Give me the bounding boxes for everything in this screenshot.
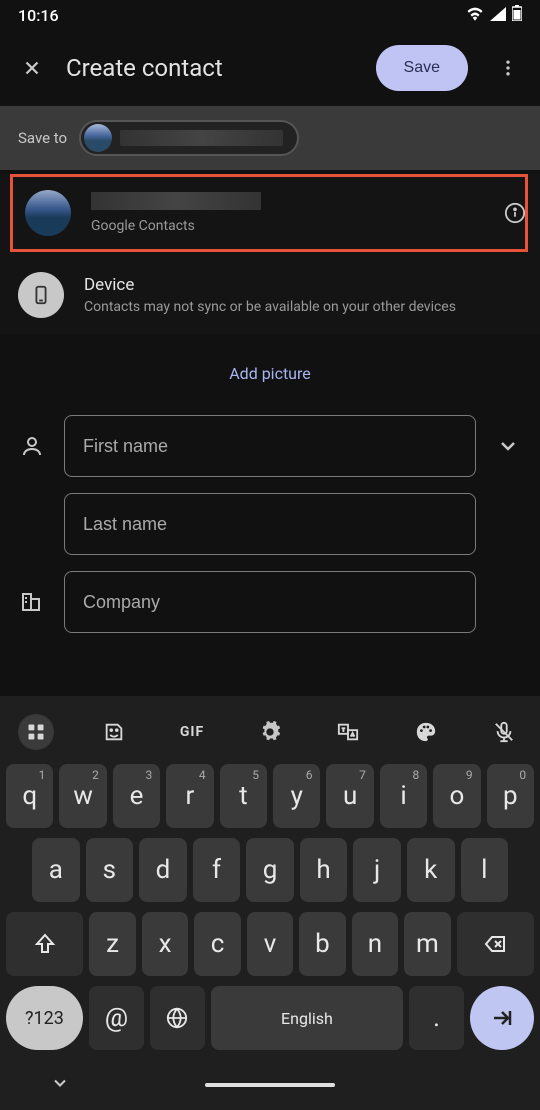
key-n[interactable]: n bbox=[352, 912, 398, 976]
key-x[interactable]: x bbox=[142, 912, 188, 976]
company-icon bbox=[18, 590, 46, 614]
key-j[interactable]: j bbox=[353, 838, 401, 902]
device-title: Device bbox=[84, 275, 522, 295]
key-o[interactable]: o9 bbox=[433, 764, 480, 828]
device-icon bbox=[18, 272, 64, 318]
close-button[interactable] bbox=[14, 50, 50, 86]
key-d[interactable]: d bbox=[139, 838, 187, 902]
key-shift[interactable] bbox=[6, 912, 83, 976]
key-k[interactable]: k bbox=[407, 838, 455, 902]
expand-name-button[interactable] bbox=[494, 434, 522, 458]
key-p[interactable]: p0 bbox=[487, 764, 534, 828]
battery-icon bbox=[512, 5, 522, 25]
info-button[interactable] bbox=[504, 202, 526, 228]
nav-collapse-keyboard[interactable] bbox=[50, 1073, 70, 1097]
kb-translate-icon[interactable] bbox=[330, 714, 366, 750]
key-c[interactable]: c bbox=[194, 912, 240, 976]
device-option[interactable]: Device Contacts may not sync or be avail… bbox=[0, 256, 540, 334]
last-name-field[interactable] bbox=[64, 493, 476, 555]
signal-icon bbox=[490, 6, 506, 25]
more-button[interactable] bbox=[490, 50, 526, 86]
page-title: Create contact bbox=[66, 54, 360, 82]
key-period[interactable]: . bbox=[409, 986, 464, 1050]
key-f[interactable]: f bbox=[193, 838, 241, 902]
key-h[interactable]: h bbox=[300, 838, 348, 902]
kb-sticker-icon[interactable] bbox=[96, 714, 132, 750]
key-l[interactable]: l bbox=[461, 838, 509, 902]
keyboard: GIF q1w2e3r4t5y6u7i8o9p0 asdfghjkl zxcvb… bbox=[0, 696, 540, 1110]
save-button[interactable]: Save bbox=[376, 45, 468, 91]
account-options-panel: Google Contacts Device Contacts may not … bbox=[0, 174, 540, 334]
save-to-bar: Save to bbox=[0, 106, 540, 170]
google-account-option[interactable]: Google Contacts bbox=[10, 174, 528, 252]
key-w[interactable]: w2 bbox=[59, 764, 106, 828]
key-e[interactable]: e3 bbox=[113, 764, 160, 828]
add-picture-button[interactable]: Add picture bbox=[0, 334, 540, 407]
save-to-label: Save to bbox=[18, 129, 67, 147]
key-y[interactable]: y6 bbox=[273, 764, 320, 828]
key-m[interactable]: m bbox=[404, 912, 450, 976]
key-i[interactable]: i8 bbox=[380, 764, 427, 828]
person-icon bbox=[18, 434, 46, 458]
key-symbols[interactable]: ?123 bbox=[6, 986, 83, 1050]
kb-apps-icon[interactable] bbox=[18, 714, 54, 750]
key-space[interactable]: English bbox=[211, 986, 403, 1050]
kb-settings-icon[interactable] bbox=[252, 714, 288, 750]
company-field[interactable] bbox=[64, 571, 476, 633]
key-r[interactable]: r4 bbox=[166, 764, 213, 828]
first-name-field[interactable] bbox=[64, 415, 476, 477]
key-g[interactable]: g bbox=[246, 838, 294, 902]
key-b[interactable]: b bbox=[299, 912, 345, 976]
key-backspace[interactable] bbox=[457, 912, 534, 976]
key-enter[interactable] bbox=[470, 986, 534, 1050]
key-t[interactable]: t5 bbox=[220, 764, 267, 828]
app-header: Create contact Save bbox=[0, 30, 540, 106]
status-time: 10:16 bbox=[18, 6, 59, 25]
device-subtitle: Contacts may not sync or be available on… bbox=[84, 299, 522, 315]
key-u[interactable]: u7 bbox=[326, 764, 373, 828]
avatar bbox=[84, 124, 112, 152]
nav-home-handle[interactable] bbox=[205, 1083, 335, 1087]
key-v[interactable]: v bbox=[247, 912, 293, 976]
key-a[interactable]: a bbox=[32, 838, 80, 902]
key-q[interactable]: q1 bbox=[6, 764, 53, 828]
key-at[interactable]: @ bbox=[89, 986, 144, 1050]
avatar bbox=[25, 190, 71, 236]
kb-palette-icon[interactable] bbox=[408, 714, 444, 750]
kb-gif-icon[interactable]: GIF bbox=[174, 714, 210, 750]
kb-mic-off-icon[interactable] bbox=[486, 714, 522, 750]
status-bar: 10:16 bbox=[0, 0, 540, 30]
account-selector[interactable] bbox=[79, 120, 299, 156]
wifi-icon bbox=[466, 6, 484, 25]
account-name-redacted bbox=[120, 130, 283, 146]
account-email-redacted bbox=[91, 192, 261, 210]
google-contacts-label: Google Contacts bbox=[91, 218, 513, 234]
key-z[interactable]: z bbox=[89, 912, 135, 976]
key-lang[interactable] bbox=[150, 986, 205, 1050]
key-s[interactable]: s bbox=[86, 838, 134, 902]
